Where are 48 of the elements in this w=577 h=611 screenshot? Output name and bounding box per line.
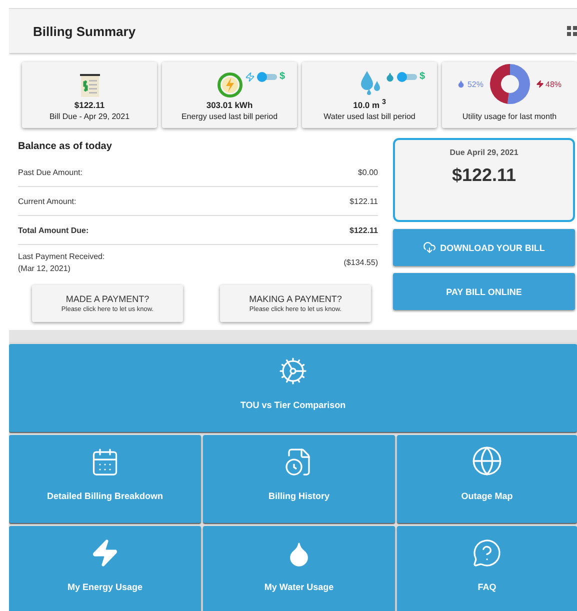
row-date: (Mar 12, 2021): [18, 264, 72, 272]
menu-tile[interactable]: TOU vs Tier Comparison: [9, 344, 577, 432]
share-label: 52%: [467, 80, 484, 88]
unit-toggle[interactable]: [397, 74, 418, 80]
question-bubble-icon: [472, 538, 502, 568]
menu-tile[interactable]: My Water Usage: [203, 526, 395, 611]
row-amount: $122.11: [350, 196, 378, 206]
card-value: $122.11: [74, 100, 105, 110]
section-title: Balance as of today: [18, 141, 113, 152]
menu-tile[interactable]: FAQ: [397, 526, 577, 611]
row-amount: $122.11: [350, 226, 378, 234]
card-value: 303.01 kWh: [206, 100, 253, 110]
lightning-icon: [90, 538, 120, 568]
menu-tile[interactable]: My Energy Usage: [9, 526, 201, 611]
water-drop-icon: [457, 80, 466, 88]
grid-icon[interactable]: [567, 24, 577, 38]
energy-icon: [216, 72, 242, 98]
globe-icon: [471, 445, 503, 477]
due-amount: $122.11: [452, 165, 516, 186]
row-amount: $0.00: [358, 168, 378, 176]
row-label: Last Payment Received:: [18, 252, 105, 260]
dollar-label: $: [419, 71, 425, 82]
row-label: Current Amount:: [18, 196, 76, 206]
share-label: 48%: [546, 80, 562, 88]
row-label: Total Amount Due:: [18, 226, 89, 234]
row-label: Past Due Amount:: [18, 168, 82, 176]
dollar-label: $: [279, 71, 285, 82]
cloud-download-icon: [423, 241, 436, 254]
water-drop-icon: [385, 72, 396, 82]
menu-tile[interactable]: Detailed Billing Breakdown: [9, 435, 201, 523]
page-title: Billing Summary: [33, 24, 136, 38]
row-amount: ($134.55): [344, 258, 378, 266]
lightning-icon: [536, 80, 544, 88]
bill-icon: [78, 74, 100, 98]
calendar-icon: [90, 447, 120, 477]
card-label: Bill Due - Apr 29, 2021: [49, 112, 130, 121]
gear-icon: [278, 356, 308, 386]
menu-tile[interactable]: Billing History: [203, 435, 395, 523]
pay-online-button[interactable]: PAY BILL ONLINE: [393, 273, 575, 310]
lightning-icon: [245, 72, 256, 82]
due-date: Due April 29, 2021: [450, 148, 518, 157]
download-button[interactable]: DOWNLOAD YOUR BILL: [393, 229, 575, 266]
menu-tile[interactable]: Outage Map: [397, 435, 577, 523]
unit-toggle[interactable]: [257, 74, 278, 80]
card-value: 10.0 m $^{3}$: [353, 98, 386, 110]
card-label: Utility usage for last month: [462, 112, 557, 121]
card-label: Energy used last bill period: [181, 112, 278, 121]
card-label: Water used last bill period: [324, 112, 416, 121]
